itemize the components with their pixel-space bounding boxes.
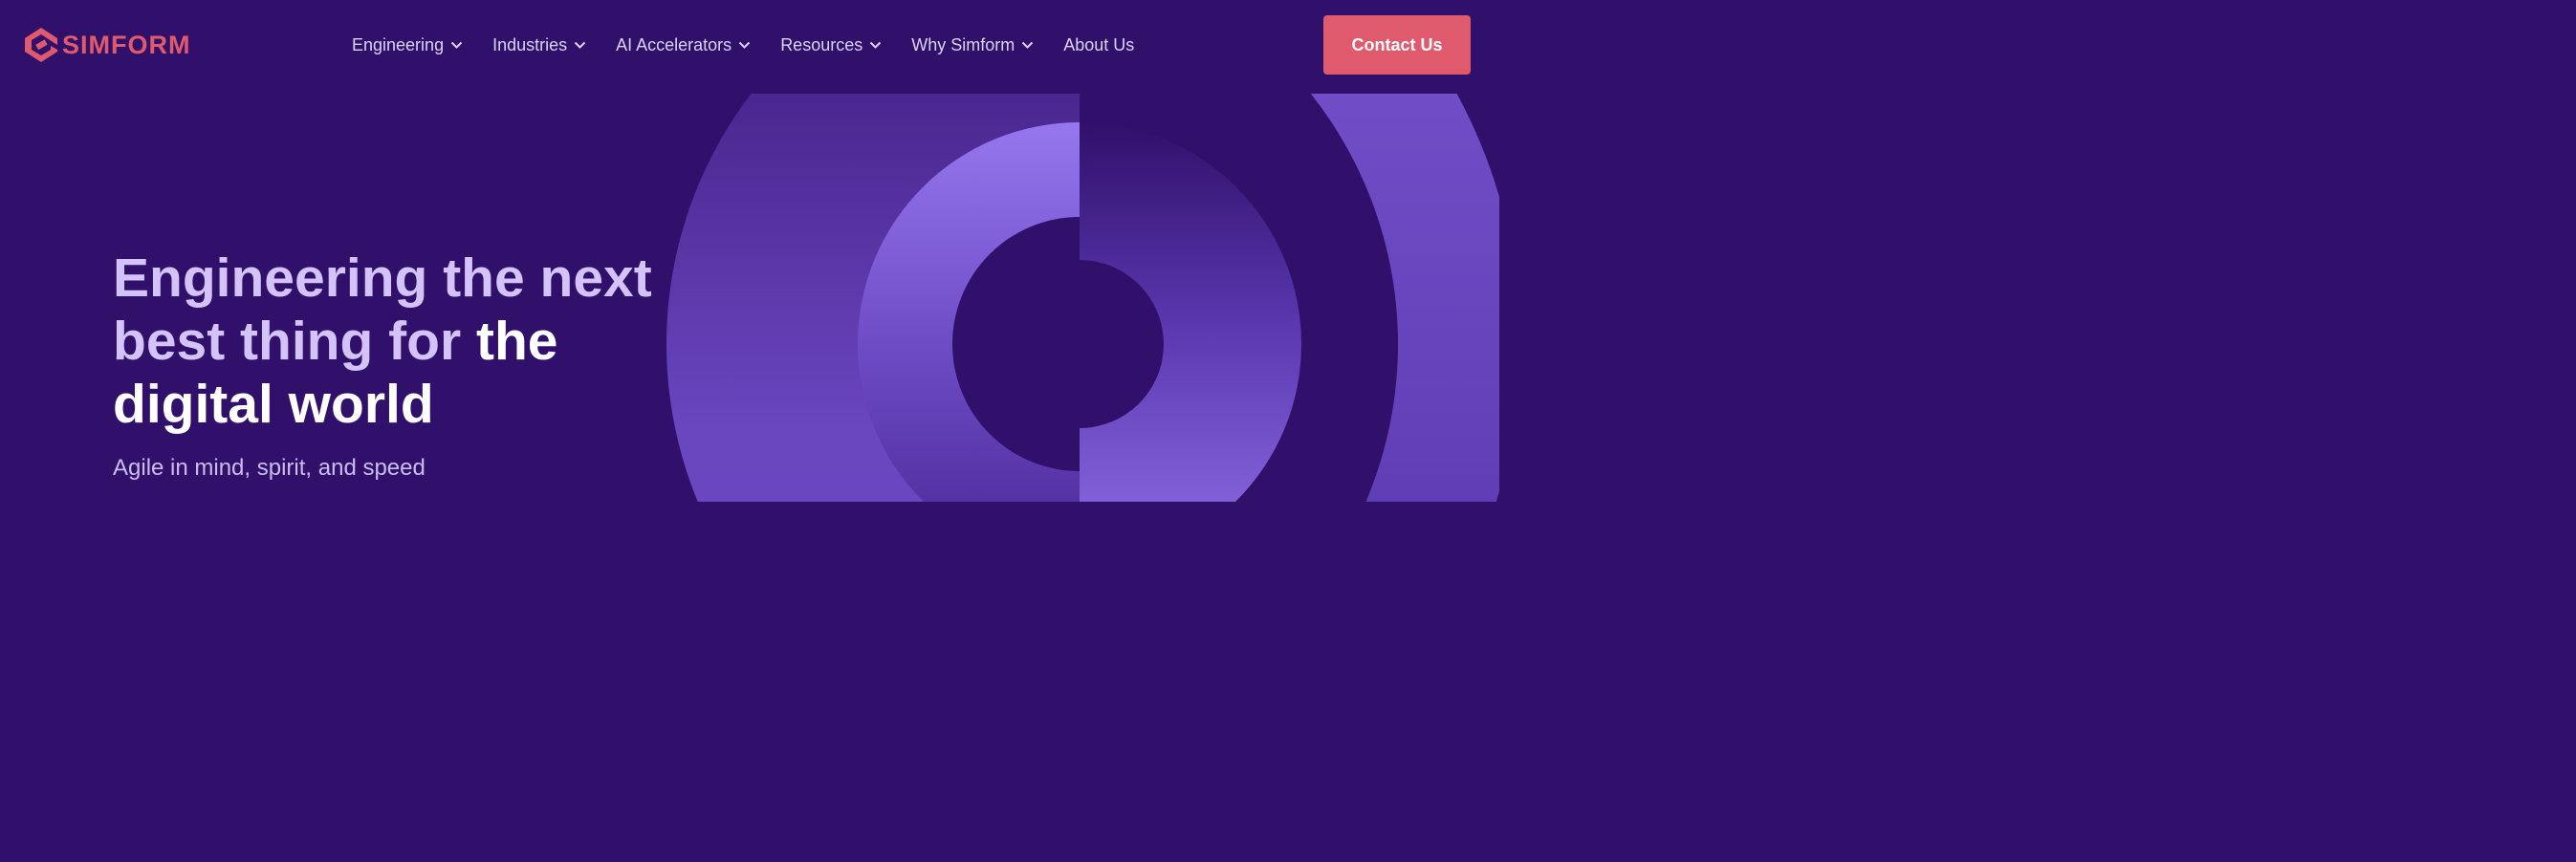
nav-item-label: Why Simform <box>911 35 1015 54</box>
nav-item-industries[interactable]: Industries <box>492 29 586 61</box>
site-header: SIMFORM Engineering Industries AI Accele… <box>0 0 1499 90</box>
hero-subtitle: Agile in mind, spirit, and speed <box>113 455 426 481</box>
nav-item-label: Industries <box>492 35 568 54</box>
nav-item-engineering[interactable]: Engineering <box>352 29 463 61</box>
contact-us-button[interactable]: Contact Us <box>1323 15 1471 75</box>
nav-item-label: About Us <box>1063 35 1135 54</box>
nav-item-about-us[interactable]: About Us <box>1063 29 1134 61</box>
nav-item-label: AI Accelerators <box>616 35 732 54</box>
chevron-down-icon <box>738 41 751 49</box>
chevron-down-icon <box>870 41 882 49</box>
hero-title-part1: Engineering the next best thing for <box>113 248 652 372</box>
chevron-down-icon <box>574 41 586 49</box>
simform-diamond-logo-icon <box>25 28 57 62</box>
nav-item-label: Resources <box>780 35 863 54</box>
page: SIMFORM Engineering Industries AI Accele… <box>0 0 1499 502</box>
nav-item-why-simform[interactable]: Why Simform <box>911 29 1034 61</box>
brand-name: SIMFORM <box>62 31 191 59</box>
chevron-down-icon <box>1022 41 1034 49</box>
chevron-down-icon <box>450 41 463 49</box>
nav-item-ai-accelerators[interactable]: AI Accelerators <box>616 29 751 61</box>
main-nav: Engineering Industries AI Accelerators R… <box>352 29 1134 61</box>
brand-logo[interactable]: SIMFORM <box>24 27 191 63</box>
nav-item-resources[interactable]: Resources <box>780 29 882 61</box>
hero-title: Engineering the next best thing for the … <box>113 247 667 436</box>
nav-item-label: Engineering <box>352 35 445 54</box>
